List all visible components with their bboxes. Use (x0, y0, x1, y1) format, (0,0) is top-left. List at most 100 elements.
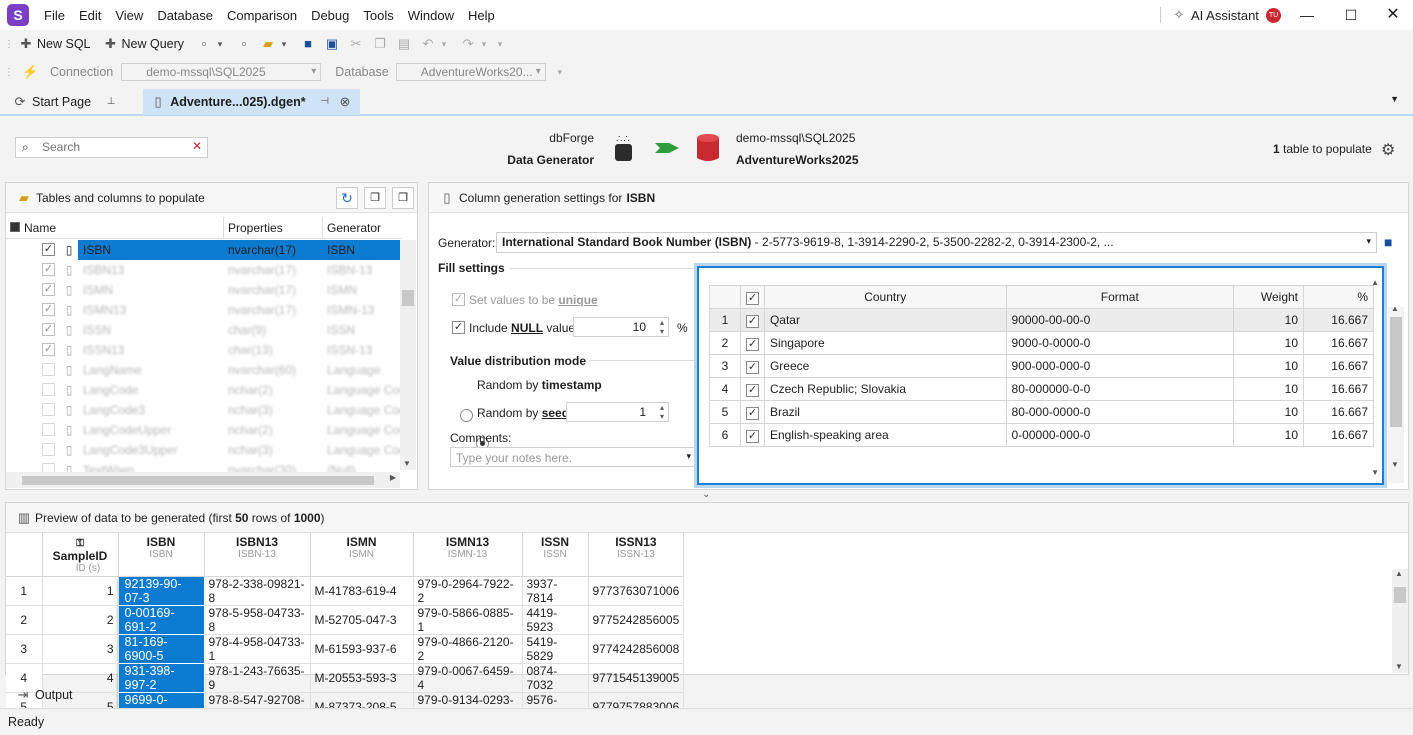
table-column-row[interactable]: ▯ LangCode3Upper nchar(3) Language Code (6, 440, 402, 460)
menu-view[interactable]: View (108, 8, 150, 23)
preview-column-header[interactable]: ISSN13 ISSN-13 (588, 533, 685, 577)
col-properties-header[interactable]: Properties (228, 221, 283, 235)
menu-edit[interactable]: Edit (72, 8, 108, 23)
preview-column-header[interactable]: ISBN ISBN (118, 533, 205, 577)
paste-icon[interactable]: ▤ (396, 36, 412, 52)
user-avatar[interactable]: TU (1266, 8, 1281, 23)
column-checkbox[interactable]: ✓ (42, 343, 55, 356)
connect-plug-icon[interactable]: ⚡ (22, 64, 38, 80)
preview-row[interactable]: 1 1 92139-90-07-3 978-2-338-09821-8 M-41783-… (6, 576, 685, 606)
country-checkbox[interactable]: ✓ (740, 308, 765, 332)
menu-file[interactable]: File (37, 8, 72, 23)
null-percent-spinner[interactable]: 10 (573, 317, 669, 337)
menu-database[interactable]: Database (150, 8, 220, 23)
country-row[interactable]: 5 ✓ Brazil 80-000-0000-0 10 16.667 (709, 400, 1374, 424)
preview-vertical-scrollbar[interactable]: ▲ ▼ (1392, 569, 1408, 673)
collapse-all-icon[interactable]: ❐ (392, 187, 414, 209)
comments-dropdown-icon[interactable]: ▾ (686, 451, 691, 462)
ai-assistant-button[interactable]: ✧ AI Assistant (1171, 0, 1259, 30)
table-column-row[interactable]: ✓ ▯ ISMN13 nvarchar(17) ISMN-13 (6, 300, 402, 320)
table-column-row[interactable]: ✓ ▯ ISSN char(9) ISSN (6, 320, 402, 340)
country-checkbox[interactable]: ✓ (740, 377, 765, 401)
column-checkbox[interactable] (42, 403, 55, 416)
expand-all-icon[interactable]: ❐ (364, 187, 386, 209)
close-window-icon[interactable]: ✕ (1371, 0, 1413, 30)
select-all-countries-checkbox[interactable]: ✓ (740, 285, 765, 309)
tab-start-page[interactable]: ⟳ Start Page ⊥ (4, 89, 127, 115)
include-null-checkbox[interactable]: ✓ (452, 321, 465, 334)
country-row[interactable]: 1 ✓ Qatar 90000-00-00-0 10 16.667 (709, 308, 1374, 332)
refresh-icon[interactable]: ↻ (336, 187, 358, 209)
pin-icon[interactable]: ⊥ (103, 94, 119, 110)
redo-icon[interactable]: ↷ (460, 36, 476, 52)
tables-horizontal-scrollbar[interactable]: ▶ (6, 472, 400, 488)
menu-help[interactable]: Help (461, 8, 502, 23)
column-checkbox[interactable]: ✓ (42, 263, 55, 276)
search-box[interactable]: ⌕ ✕ (15, 137, 208, 158)
database-combo[interactable]: AdventureWorks20... (395, 63, 546, 81)
popup-scroll-down-icon[interactable]: ▼ (1371, 468, 1379, 477)
new-query-button[interactable]: ✚ New Query (97, 32, 191, 56)
tab-data-generator[interactable]: ▯ Adventure...025).dgen* ⊣ ⊗ (143, 89, 360, 115)
country-row[interactable]: 6 ✓ English-speaking area 0-00000-000-0 10 16… (709, 423, 1374, 447)
cut-icon[interactable]: ✂ (348, 36, 364, 52)
tables-vertical-scrollbar[interactable]: ▼ (400, 240, 416, 470)
menu-comparison[interactable]: Comparison (220, 8, 304, 23)
undo-dropdown-icon[interactable]: ▾ (436, 36, 452, 52)
search-input[interactable] (42, 140, 182, 154)
open-dropdown-icon[interactable]: ▾ (276, 36, 292, 52)
col-name-header[interactable]: Name (24, 221, 56, 235)
table-column-row[interactable]: ✓ ▯ ISBN13 nvarchar(17) ISBN-13 (6, 260, 402, 280)
table-column-row[interactable]: ▯ LangCode nchar(2) Language Code (6, 380, 402, 400)
popup-scroll-up-icon[interactable]: ▲ (1371, 278, 1379, 287)
close-tab-icon[interactable]: ⊗ (338, 94, 352, 110)
minimize-icon[interactable]: — (1285, 0, 1329, 30)
undo-icon[interactable]: ↶ (420, 36, 436, 52)
open-folder-icon[interactable]: ▰ (260, 36, 276, 52)
table-column-row[interactable]: ✓ ▯ ISMN nvarchar(17) ISMN (6, 280, 402, 300)
country-checkbox[interactable]: ✓ (740, 423, 765, 447)
column-checkbox[interactable] (42, 423, 55, 436)
format-header[interactable]: Format (1006, 285, 1235, 309)
save-icon[interactable]: ■ (300, 36, 316, 52)
toolbar-overflow-icon[interactable]: ▾ (552, 64, 568, 80)
preview-column-header[interactable]: ISMN ISMN (310, 533, 414, 577)
col-generator-header[interactable]: Generator (327, 221, 381, 235)
preview-column-header[interactable]: ISSN ISSN (522, 533, 589, 577)
unique-checkbox[interactable]: ✓ (452, 293, 465, 306)
column-checkbox[interactable] (42, 383, 55, 396)
new-document-icon[interactable]: ▫ (196, 36, 212, 52)
tab-list-dropdown-icon[interactable]: ▼ (1390, 94, 1399, 104)
country-row[interactable]: 4 ✓ Czech Republic; Slovakia 80-000000-0-0 1… (709, 377, 1374, 401)
preview-column-header[interactable]: ⚿ SampleID ID (s) (42, 533, 119, 577)
menu-tools[interactable]: Tools (356, 8, 400, 23)
preview-column-header[interactable]: ISBN13 ISBN-13 (204, 533, 311, 577)
table-column-row[interactable]: ✓ ▯ ISBN nvarchar(17) ISBN (6, 240, 402, 260)
new-document-dropdown-icon[interactable]: ▾ (212, 36, 228, 52)
country-row[interactable]: 2 ✓ Singapore 9000-0-0000-0 10 16.667 (709, 331, 1374, 355)
column-checkbox[interactable]: ✓ (42, 243, 55, 256)
new-sql-button[interactable]: ✚ New SQL (12, 32, 97, 56)
country-header[interactable]: Country (764, 285, 1007, 309)
column-checkbox[interactable] (42, 363, 55, 376)
preview-column-header[interactable]: ISMN13 ISMN-13 (413, 533, 523, 577)
table-column-row[interactable]: ▯ LangName nvarchar(60) Language (6, 360, 402, 380)
country-checkbox[interactable]: ✓ (740, 331, 765, 355)
generator-combo[interactable]: International Standard Book Number (ISBN… (496, 232, 1377, 253)
table-column-row[interactable]: ✓ ▯ ISSN13 char(13) ISSN-13 (6, 340, 402, 360)
splitter-chevron-icon[interactable]: ⌄ (702, 489, 710, 500)
settings-vertical-scrollbar[interactable]: ▲ ▼ (1388, 304, 1404, 483)
weight-header[interactable]: Weight (1233, 285, 1305, 309)
country-checkbox[interactable]: ✓ (740, 400, 765, 424)
preview-row[interactable]: 3 3 81-169-6900-5 978-4-958-04733-1 M-61593-… (6, 634, 685, 664)
settings-gear-icon[interactable]: ⚙ (1381, 140, 1395, 160)
save-all-icon[interactable]: ▣ (324, 36, 340, 52)
comments-field[interactable]: Type your notes here. ▾ (450, 447, 696, 467)
select-all-checkbox[interactable] (10, 222, 20, 232)
generator-dropdown-icon[interactable]: ▾ (1366, 236, 1371, 247)
output-tab[interactable]: ⇥ Output (0, 684, 73, 706)
save-generator-icon[interactable]: ■ (1384, 234, 1392, 250)
random-timestamp-radio[interactable] (460, 409, 473, 423)
pct-header[interactable]: % (1303, 285, 1374, 309)
connection-combo[interactable]: demo-mssql\SQL2025 (121, 63, 322, 81)
